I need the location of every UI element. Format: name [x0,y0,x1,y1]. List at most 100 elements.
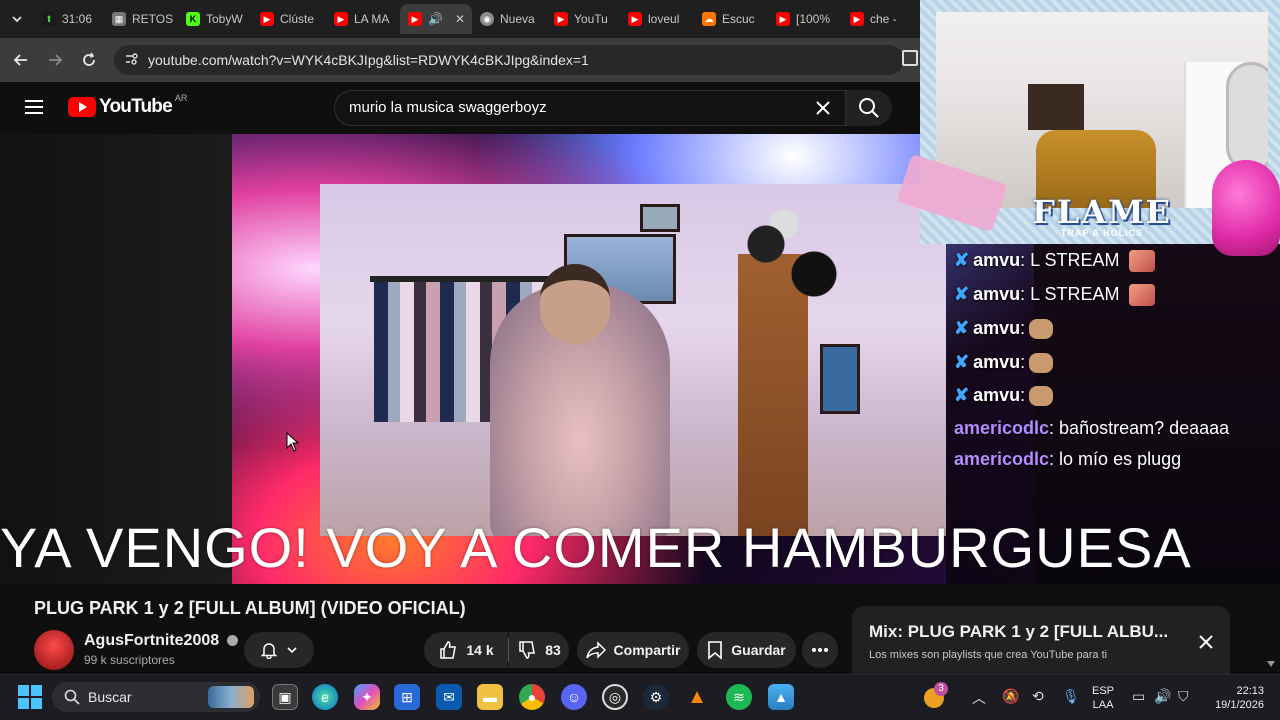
tab-youtube[interactable]: ▶ YouTu [546,4,620,34]
vlc-icon[interactable]: ▲ [684,684,710,710]
tab-loveul[interactable]: ▶ loveul [620,4,694,34]
back-button[interactable] [4,43,38,77]
chat-text: : L STREAM [1020,284,1120,304]
windows-logo-pane [31,685,42,696]
tab-nueva[interactable]: ◉ Nueva [472,4,546,34]
more-actions-button[interactable] [802,632,838,668]
mix-title[interactable]: Mix: PLUG PARK 1 y 2 [FULL ALBU... [869,622,1168,642]
file-explorer-icon[interactable]: ▬ [477,684,503,710]
tab-active-youtube[interactable]: ▶ 🔊 ✕ [400,4,472,34]
chat-message: americodlc: bañostream? deaaaa [954,418,1229,439]
windows-logo-pane [18,685,29,696]
chrome-icon[interactable]: ● [519,684,545,710]
youtube-logo[interactable]: YouTube AR [68,93,187,118]
clear-search-button[interactable] [812,97,834,119]
sync-icon[interactable]: ⟲ [1032,688,1044,705]
start-button[interactable] [18,685,42,709]
tab-label: 31:06 [62,12,93,26]
task-view-icon[interactable]: ▣ [272,684,298,710]
youtube-icon: ▶ [408,12,422,26]
copilot-icon[interactable]: ✦ [354,684,380,710]
tab-stream[interactable]: ⬆ 31:06 [34,4,104,34]
speaker-icon[interactable]: 🔊 [428,12,443,26]
url-text: youtube.com/watch?v=WYK4cBKJIpg&list=RDW… [148,52,589,68]
tab-100[interactable]: ▶ [100% [768,4,842,34]
cat-emote-icon [1029,319,1054,340]
close-icon [816,101,830,115]
spotify-icon[interactable]: ≋ [726,684,752,710]
tab-label: RETOS [132,12,174,26]
microphone-icon[interactable]: 🎙 [1062,688,1080,705]
store-icon[interactable]: ⊞ [394,684,420,710]
subscriber-count: 99 k suscriptores [84,653,175,667]
taskbar-search[interactable]: Buscar [52,682,260,712]
chat-text: : [1020,385,1026,405]
save-button[interactable]: Guardar [697,632,796,668]
outlook-icon[interactable]: ✉ [436,684,462,710]
chat-user: americodlc [954,418,1050,438]
fan [1226,62,1268,172]
install-app-icon[interactable] [902,50,918,66]
discord-icon[interactable]: ☺ [561,684,587,710]
tab-search-button[interactable] [0,12,34,26]
soundcloud-icon: ☁ [702,12,716,26]
forward-button[interactable] [38,43,72,77]
tab-escuc[interactable]: ☁ Escuc [694,4,768,34]
search-input[interactable]: murio la musica swaggerboyz [334,90,846,126]
reload-button[interactable] [72,43,106,77]
chat-text: : [1020,318,1026,338]
channel-name[interactable]: AgusFortnite2008 [84,632,238,650]
like-button[interactable]: 14 k [424,632,508,668]
system-clock[interactable]: 22:13 19/1/2026 [1204,684,1264,712]
mute-notifications-icon[interactable]: 🔕 [1002,688,1019,705]
chat-message: ✘ amvu: L STREAM [954,250,1155,273]
volume-icon[interactable]: 🔊 [1154,688,1171,705]
windows-logo-pane [31,698,42,709]
channel-name-text: AgusFortnite2008 [84,632,220,649]
tab-la-ma[interactable]: ▶ LA MA [326,4,400,34]
tab-che[interactable]: ▶ che - [842,4,908,34]
stream-icon: ⬆ [42,12,56,26]
mix-close-button[interactable] [1192,628,1220,656]
site-info-icon[interactable] [124,52,138,66]
display-icon[interactable]: ▭ [1132,688,1145,705]
page-scrollbar[interactable] [1266,660,1278,672]
taskbar-search-label: Buscar [88,689,132,705]
search-button[interactable] [846,90,892,126]
notifications-button[interactable] [244,632,314,668]
language-indicator[interactable]: ESP LAA [1092,684,1114,712]
keyboard-layout: LAA [1092,699,1114,711]
close-tab-icon[interactable]: ✕ [455,12,465,26]
chrome-icon: ◉ [480,12,494,26]
tab-label: YouTu [574,12,608,26]
tab-retos[interactable]: ▦ RETOS [104,4,178,34]
tab-label: loveul [648,12,680,26]
share-button[interactable]: Compartir [577,632,689,668]
notification-badge: 3 [934,682,948,696]
address-bar[interactable]: youtube.com/watch?v=WYK4cBKJIpg&list=RDW… [114,45,904,75]
mod-badge-icon: ✘ [954,318,970,338]
tab-cluster[interactable]: ▶ Clúste [252,4,326,34]
chat-message: ✘ amvu: L STREAM [954,284,1155,307]
dislike-button[interactable]: 83 [509,632,569,668]
obs-icon[interactable]: ◎ [602,684,628,710]
share-icon [585,641,606,659]
channel-avatar[interactable] [34,630,74,670]
mix-subtitle: Los mixes son playlists que crea YouTube… [869,649,1108,661]
weather-widget[interactable]: 3 [922,682,950,710]
chat-user: amvu [973,352,1021,372]
show-hidden-icons-chevron[interactable]: ︿ [972,688,986,708]
photos-icon[interactable]: ▲ [768,684,794,710]
chat-text: : lo mío es plugg [1049,449,1182,469]
search-highlight-icon [208,686,254,708]
cat-emote-icon [1029,386,1054,407]
steam-icon[interactable]: ⚙ [643,684,669,710]
tab-tobyw[interactable]: K TobyW [178,4,252,34]
share-label: Compartir [613,642,681,658]
menu-button[interactable] [24,98,44,116]
edge-icon[interactable]: e [312,684,338,710]
wall-poster [1028,84,1084,130]
shield-icon[interactable]: ⛉ [1178,688,1189,705]
chat-text: : [1020,352,1026,372]
flame-subtitle: TRAP A HOLICS [1060,228,1144,238]
